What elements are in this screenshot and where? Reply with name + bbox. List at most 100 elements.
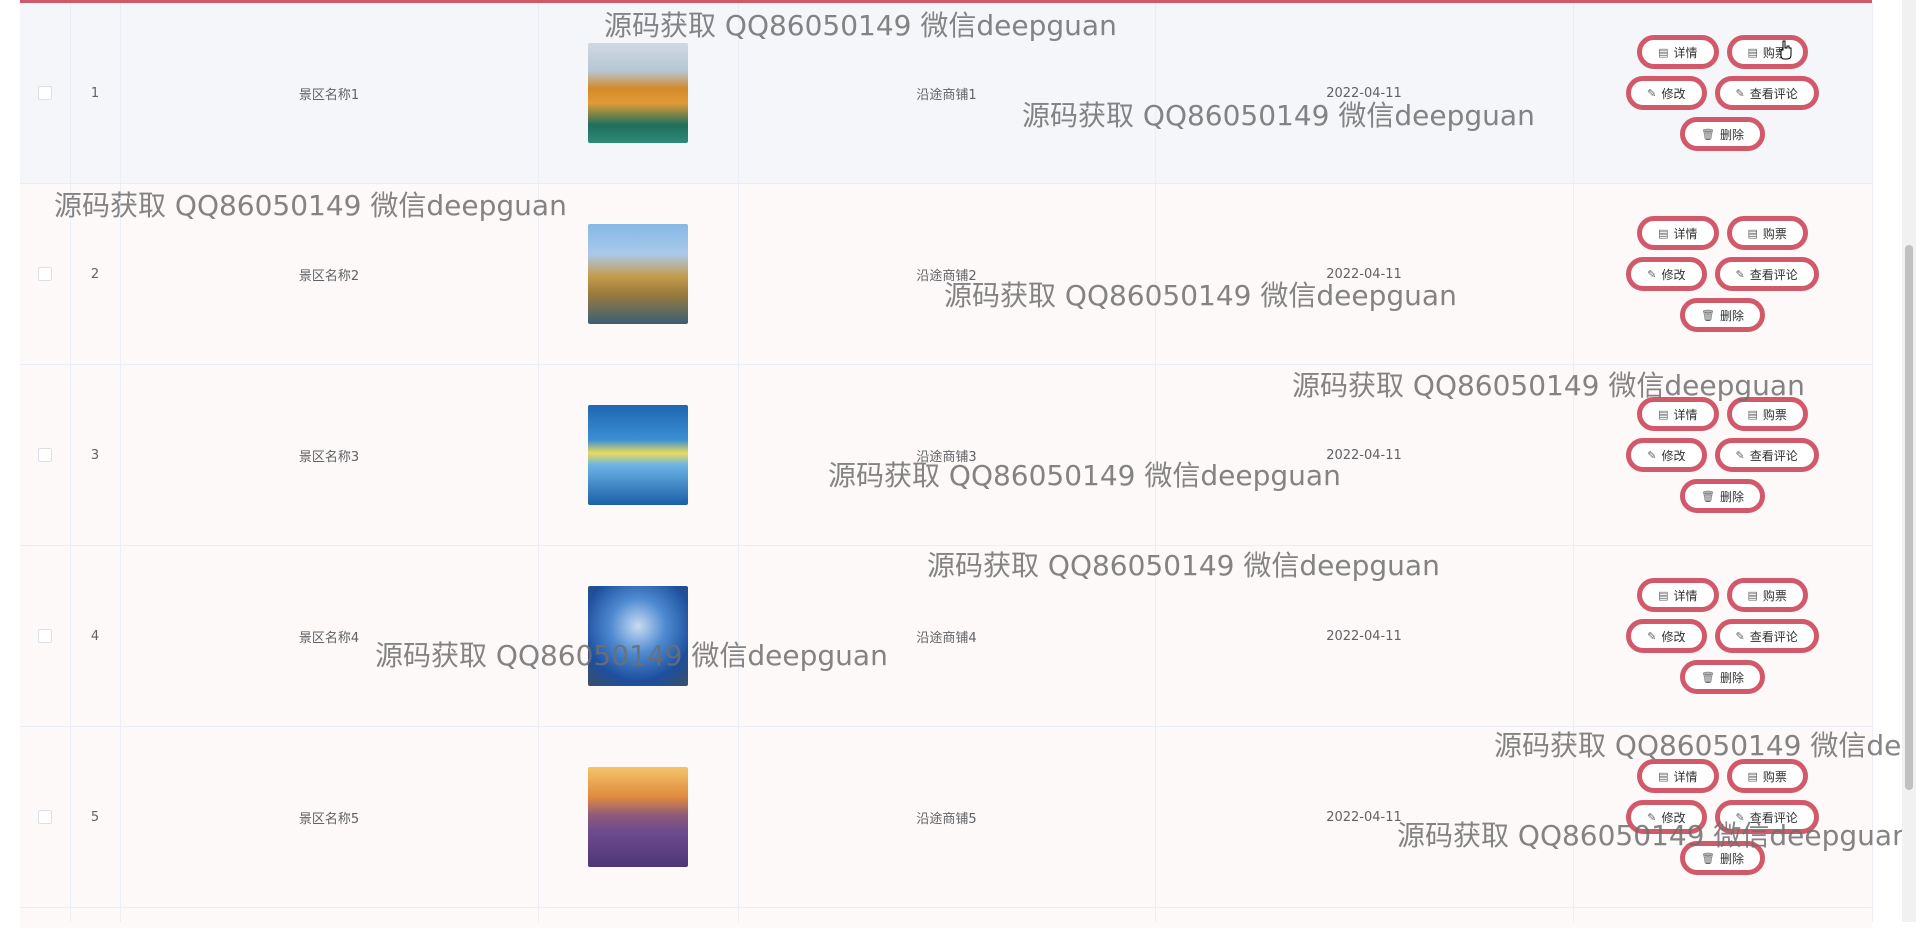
row-select-cell bbox=[20, 3, 70, 183]
delete-button[interactable]: 🗑 删除 bbox=[1680, 117, 1765, 151]
trash-icon: 🗑 bbox=[1701, 308, 1715, 322]
actions-cell: ▤ 详情 ▤ 购票 ✎ 修改 ✎ 查看评论 🗑 删除 bbox=[1573, 365, 1872, 545]
document-icon: ▤ bbox=[1747, 769, 1758, 783]
vertical-scrollbar[interactable] bbox=[1902, 0, 1916, 922]
table-row: 4 景区名称4 沿途商铺4 2022-04-11 ▤ 详情 ▤ 购票 ✎ 修改 ✎ 查看… bbox=[20, 546, 1872, 727]
edit-button[interactable]: ✎ 修改 bbox=[1626, 76, 1707, 110]
row-checkbox[interactable] bbox=[38, 629, 52, 643]
index-cell: 5 bbox=[90, 809, 100, 825]
date-cell: 2022-04-11 bbox=[1326, 809, 1402, 825]
detail-button[interactable]: ▤ 详情 bbox=[1637, 397, 1719, 431]
index-cell: 1 bbox=[90, 85, 100, 101]
pencil-icon: ✎ bbox=[1735, 448, 1745, 462]
document-icon: ▤ bbox=[1747, 45, 1758, 59]
table-row: 5 景区名称5 沿途商铺5 2022-04-11 ▤ 详情 ▤ 购票 ✎ 修改 ✎ 查看… bbox=[20, 727, 1872, 908]
image-cell bbox=[538, 365, 738, 545]
column-divider bbox=[70, 3, 71, 922]
image-cell bbox=[538, 727, 738, 907]
date-cell: 2022-04-11 bbox=[1326, 266, 1402, 282]
table-row: 3 景区名称3 沿途商铺3 2022-04-11 ▤ 详情 ▤ 购票 ✎ 修改 ✎ 查看… bbox=[20, 365, 1872, 546]
actions-cell: ▤ 详情 ▤ 购票 ✎ 修改 ✎ 查看评论 🗑 删除 bbox=[1573, 184, 1872, 364]
edit-button[interactable]: ✎ 修改 bbox=[1626, 800, 1707, 834]
edit-button[interactable]: ✎ 修改 bbox=[1626, 438, 1707, 472]
delete-button[interactable]: 🗑 删除 bbox=[1680, 479, 1765, 513]
date-cell: 2022-04-11 bbox=[1326, 447, 1402, 463]
image-cell bbox=[538, 546, 738, 726]
column-divider bbox=[538, 3, 539, 922]
shop-cell: 沿途商铺5 bbox=[916, 811, 977, 827]
row-select-cell bbox=[20, 184, 70, 364]
scrollbar-thumb[interactable] bbox=[1905, 245, 1913, 790]
date-cell: 2022-04-11 bbox=[1326, 85, 1402, 101]
delete-button[interactable]: 🗑 删除 bbox=[1680, 298, 1765, 332]
index-cell: 4 bbox=[90, 628, 100, 644]
buy-ticket-button[interactable]: ▤ 购票 bbox=[1726, 397, 1808, 431]
view-comments-button[interactable]: ✎ 查看评论 bbox=[1714, 800, 1819, 834]
row-select-cell bbox=[20, 546, 70, 726]
scenic-name-cell: 景区名称4 bbox=[298, 630, 360, 646]
actions-cell: ▤ 详情 ▤ 购票 ✎ 修改 ✎ 查看评论 🗑 删除 bbox=[1573, 546, 1872, 726]
actions-cell: ▤ 详情 ▤ 购票 ✎ 修改 ✎ 查看评论 🗑 删除 bbox=[1573, 727, 1872, 907]
row-select-cell bbox=[20, 365, 70, 545]
pencil-icon: ✎ bbox=[1735, 810, 1745, 824]
row-checkbox[interactable] bbox=[38, 86, 52, 100]
pencil-icon: ✎ bbox=[1647, 629, 1657, 643]
scenic-thumbnail[interactable] bbox=[588, 224, 688, 324]
delete-button[interactable]: 🗑 删除 bbox=[1680, 841, 1765, 875]
document-icon: ▤ bbox=[1747, 407, 1758, 421]
buy-ticket-button[interactable]: ▤ 购票 bbox=[1726, 216, 1808, 250]
pencil-icon: ✎ bbox=[1735, 629, 1745, 643]
detail-button[interactable]: ▤ 详情 bbox=[1637, 578, 1719, 612]
view-comments-button[interactable]: ✎ 查看评论 bbox=[1714, 76, 1819, 110]
buy-ticket-button[interactable]: ▤ 购票 bbox=[1726, 759, 1808, 793]
detail-button[interactable]: ▤ 详情 bbox=[1637, 35, 1719, 69]
column-divider bbox=[738, 3, 739, 922]
detail-button[interactable]: ▤ 详情 bbox=[1637, 759, 1719, 793]
pencil-icon: ✎ bbox=[1735, 86, 1745, 100]
delete-button[interactable]: 🗑 删除 bbox=[1680, 660, 1765, 694]
document-icon: ▤ bbox=[1658, 45, 1669, 59]
hand-cursor-icon bbox=[1780, 40, 1792, 60]
scenic-thumbnail[interactable] bbox=[588, 586, 688, 686]
buy-ticket-button[interactable]: ▤ 购票 bbox=[1726, 578, 1808, 612]
pencil-icon: ✎ bbox=[1647, 86, 1657, 100]
view-comments-button[interactable]: ✎ 查看评论 bbox=[1714, 257, 1819, 291]
scenic-thumbnail[interactable] bbox=[588, 405, 688, 505]
shop-cell: 沿途商铺1 bbox=[916, 87, 977, 103]
actions-cell: ▤ 详情 ▤ 购票 ✎ 修改 ✎ 查看评论 🗑 删除 bbox=[1573, 3, 1872, 183]
row-checkbox[interactable] bbox=[38, 267, 52, 281]
row-select-cell bbox=[20, 727, 70, 907]
trash-icon: 🗑 bbox=[1701, 670, 1715, 684]
scenic-name-cell: 景区名称2 bbox=[298, 268, 360, 284]
trash-icon: 🗑 bbox=[1701, 851, 1715, 865]
edit-button[interactable]: ✎ 修改 bbox=[1626, 257, 1707, 291]
index-cell: 3 bbox=[90, 447, 100, 463]
document-icon: ▤ bbox=[1747, 588, 1758, 602]
buy-ticket-button[interactable]: ▤ 购票 bbox=[1726, 35, 1808, 69]
row-checkbox[interactable] bbox=[38, 448, 52, 462]
date-cell: 2022-04-11 bbox=[1326, 628, 1402, 644]
row-checkbox[interactable] bbox=[38, 810, 52, 824]
scenic-name-cell: 景区名称5 bbox=[298, 811, 360, 827]
scenic-thumbnail[interactable] bbox=[588, 43, 688, 143]
table-row: 1 景区名称1 沿途商铺1 2022-04-11 ▤ 详情 ▤ 购票 ✎ 修改 ✎ 查看… bbox=[20, 3, 1872, 184]
scenic-name-cell: 景区名称1 bbox=[298, 87, 360, 103]
view-comments-button[interactable]: ✎ 查看评论 bbox=[1714, 619, 1819, 653]
column-divider bbox=[120, 3, 121, 922]
view-comments-button[interactable]: ✎ 查看评论 bbox=[1714, 438, 1819, 472]
trash-icon: 🗑 bbox=[1701, 127, 1715, 141]
column-divider bbox=[1573, 3, 1574, 922]
column-divider bbox=[1155, 3, 1156, 922]
data-table: 1 景区名称1 沿途商铺1 2022-04-11 ▤ 详情 ▤ 购票 ✎ 修改 ✎ 查看… bbox=[20, 3, 1872, 928]
table-row: 2 景区名称2 沿途商铺2 2022-04-11 ▤ 详情 ▤ 购票 ✎ 修改 ✎ 查看… bbox=[20, 184, 1872, 365]
document-icon: ▤ bbox=[1658, 769, 1669, 783]
document-icon: ▤ bbox=[1747, 226, 1758, 240]
shop-cell: 沿途商铺3 bbox=[916, 449, 977, 465]
detail-button[interactable]: ▤ 详情 bbox=[1637, 216, 1719, 250]
pencil-icon: ✎ bbox=[1735, 267, 1745, 281]
document-icon: ▤ bbox=[1658, 226, 1669, 240]
scenic-thumbnail[interactable] bbox=[588, 767, 688, 867]
edit-button[interactable]: ✎ 修改 bbox=[1626, 619, 1707, 653]
shop-cell: 沿途商铺2 bbox=[916, 268, 977, 284]
image-cell bbox=[538, 184, 738, 364]
